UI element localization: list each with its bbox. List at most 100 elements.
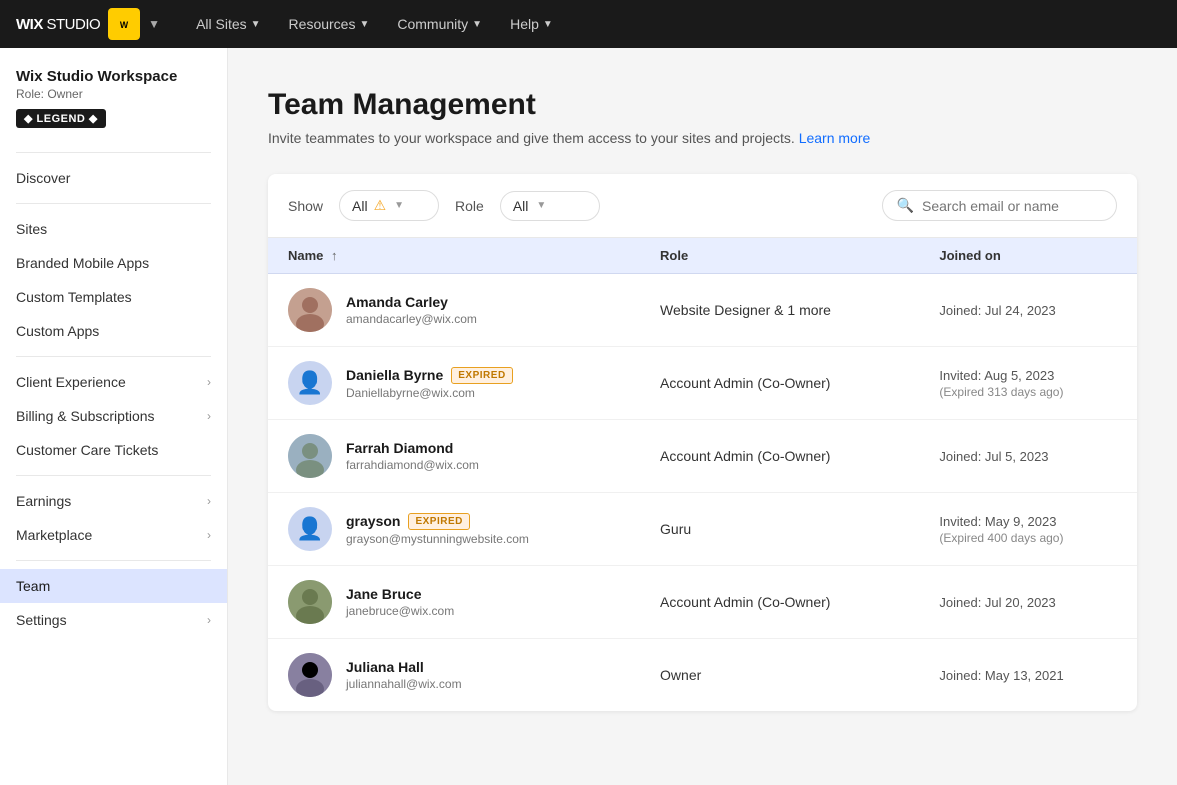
member-joined: Joined: Jul 20, 2023 — [919, 566, 1137, 639]
member-email: farrahdiamond@wix.com — [346, 458, 479, 472]
member-info: Amanda Carley amandacarley@wix.com — [288, 288, 620, 332]
member-name: grayson EXPIRED — [346, 513, 529, 530]
nav-item-help[interactable]: Help ▼ — [498, 8, 565, 40]
billing-subscriptions-chevron: › — [207, 409, 211, 423]
table-row: Farrah Diamond farrahdiamond@wix.com Acc… — [268, 420, 1137, 493]
member-name: Jane Bruce — [346, 586, 454, 602]
member-email: amandacarley@wix.com — [346, 312, 477, 326]
all-sites-chevron: ▼ — [251, 19, 261, 30]
warning-icon: ⚠ — [374, 197, 387, 214]
member-role: Website Designer & 1 more — [640, 274, 919, 347]
avatar: 👤 — [288, 507, 332, 551]
avatar — [288, 653, 332, 697]
nav-item-resources[interactable]: Resources ▼ — [277, 8, 382, 40]
sidebar-item-earnings[interactable]: Earnings › — [0, 484, 227, 518]
sidebar-item-custom-templates[interactable]: Custom Templates — [0, 280, 227, 314]
avatar-placeholder-icon: 👤 — [296, 370, 323, 396]
content-area: Team Management Invite teammates to your… — [228, 48, 1177, 785]
member-joined: Invited: Aug 5, 2023(Expired 313 days ag… — [919, 347, 1137, 420]
nav-item-community[interactable]: Community ▼ — [385, 8, 494, 40]
avatar — [288, 288, 332, 332]
joined-line2: (Expired 400 days ago) — [939, 531, 1117, 545]
member-role: Guru — [640, 493, 919, 566]
joined-line1: Invited: May 9, 2023 — [939, 514, 1117, 529]
sidebar-item-customer-care-tickets[interactable]: Customer Care Tickets — [0, 433, 227, 467]
sidebar-divider-1 — [16, 152, 211, 153]
sidebar-item-billing-subscriptions[interactable]: Billing & Subscriptions › — [0, 399, 227, 433]
sidebar-item-custom-apps[interactable]: Custom Apps — [0, 314, 227, 348]
workspace-role: Role: Owner — [16, 87, 211, 101]
member-email: Daniellabyrne@wix.com — [346, 386, 513, 400]
joined-line1: Joined: Jul 20, 2023 — [939, 595, 1117, 610]
learn-more-link[interactable]: Learn more — [799, 130, 871, 146]
joined-line1: Joined: Jul 5, 2023 — [939, 449, 1117, 464]
main-layout: Wix Studio Workspace Role: Owner ◆ LEGEN… — [0, 48, 1177, 785]
sidebar-item-client-experience[interactable]: Client Experience › — [0, 365, 227, 399]
sidebar-item-marketplace[interactable]: Marketplace › — [0, 518, 227, 552]
show-filter-value: All — [352, 198, 368, 214]
sidebar-divider-4 — [16, 475, 211, 476]
sidebar-item-discover[interactable]: Discover — [0, 161, 227, 195]
nav-item-all-sites[interactable]: All Sites ▼ — [184, 8, 272, 40]
resources-chevron: ▼ — [359, 19, 369, 30]
search-input[interactable] — [922, 198, 1102, 214]
page-subtitle: Invite teammates to your workspace and g… — [268, 130, 1137, 146]
community-chevron: ▼ — [472, 19, 482, 30]
member-info: 👤 grayson EXPIRED grayson@mystunningwebs… — [288, 507, 620, 551]
member-info: Jane Bruce janebruce@wix.com — [288, 580, 620, 624]
role-filter-value: All — [513, 198, 529, 214]
svg-text:W: W — [120, 20, 129, 30]
table-row: Jane Bruce janebruce@wix.com Account Adm… — [268, 566, 1137, 639]
role-filter-select[interactable]: All ▼ — [500, 191, 600, 221]
sidebar-divider-2 — [16, 203, 211, 204]
brand-logo: WIX STUDIO W ▼ — [16, 8, 160, 40]
member-role: Owner — [640, 639, 919, 712]
sidebar-item-settings[interactable]: Settings › — [0, 603, 227, 637]
member-name: Juliana Hall — [346, 659, 462, 675]
sidebar-item-sites[interactable]: Sites — [0, 212, 227, 246]
name-sort-icon[interactable]: ↑ — [331, 248, 338, 263]
member-joined: Joined: Jul 24, 2023 — [919, 274, 1137, 347]
member-cell-3: 👤 grayson EXPIRED grayson@mystunningwebs… — [268, 493, 640, 566]
member-email: grayson@mystunningwebsite.com — [346, 532, 529, 546]
table-row: 👤 Daniella Byrne EXPIRED Daniellabyrne@w… — [268, 347, 1137, 420]
member-email: juliannahall@wix.com — [346, 677, 462, 691]
role-label: Role — [455, 198, 484, 214]
filters-row: Show All ⚠ ▼ Role All ▼ 🔍 — [268, 174, 1137, 238]
search-icon: 🔍 — [897, 197, 914, 214]
sidebar-item-branded-mobile-apps[interactable]: Branded Mobile Apps — [0, 246, 227, 280]
member-details: Juliana Hall juliannahall@wix.com — [346, 659, 462, 691]
show-filter-chevron: ▼ — [394, 200, 404, 211]
show-filter-select[interactable]: All ⚠ ▼ — [339, 190, 439, 221]
brand-chevron[interactable]: ▼ — [148, 17, 160, 31]
joined-line1: Joined: May 13, 2021 — [939, 668, 1117, 683]
avatar — [288, 580, 332, 624]
sidebar-item-team[interactable]: Team — [0, 569, 227, 603]
table-row: Juliana Hall juliannahall@wix.com Owner J… — [268, 639, 1137, 712]
member-name: Amanda Carley — [346, 294, 477, 310]
member-details: Amanda Carley amandacarley@wix.com — [346, 294, 477, 326]
member-details: Jane Bruce janebruce@wix.com — [346, 586, 454, 618]
member-cell-1: 👤 Daniella Byrne EXPIRED Daniellabyrne@w… — [268, 347, 640, 420]
joined-line2: (Expired 313 days ago) — [939, 385, 1117, 399]
table-row: 👤 grayson EXPIRED grayson@mystunningwebs… — [268, 493, 1137, 566]
settings-chevron: › — [207, 613, 211, 627]
expired-badge: EXPIRED — [408, 513, 469, 530]
member-joined: Joined: Jul 5, 2023 — [919, 420, 1137, 493]
wix-studio-logo: WIX STUDIO — [16, 16, 100, 33]
member-role: Account Admin (Co-Owner) — [640, 347, 919, 420]
col-joined: Joined on — [919, 238, 1137, 274]
avatar: 👤 — [288, 361, 332, 405]
sidebar-divider-5 — [16, 560, 211, 561]
logo-badge: W — [108, 8, 140, 40]
page-title: Team Management — [268, 88, 1137, 122]
avatar-placeholder-icon: 👤 — [296, 516, 323, 542]
member-joined: Invited: May 9, 2023 (Expired 400 days ag… — [919, 493, 1137, 566]
sidebar-divider-3 — [16, 356, 211, 357]
joined-line1: Joined: Jul 24, 2023 — [939, 303, 1117, 318]
col-role: Role — [640, 238, 919, 274]
member-cell-2: Farrah Diamond farrahdiamond@wix.com — [268, 420, 640, 493]
show-label: Show — [288, 198, 323, 214]
member-email: janebruce@wix.com — [346, 604, 454, 618]
search-box[interactable]: 🔍 — [882, 190, 1117, 221]
